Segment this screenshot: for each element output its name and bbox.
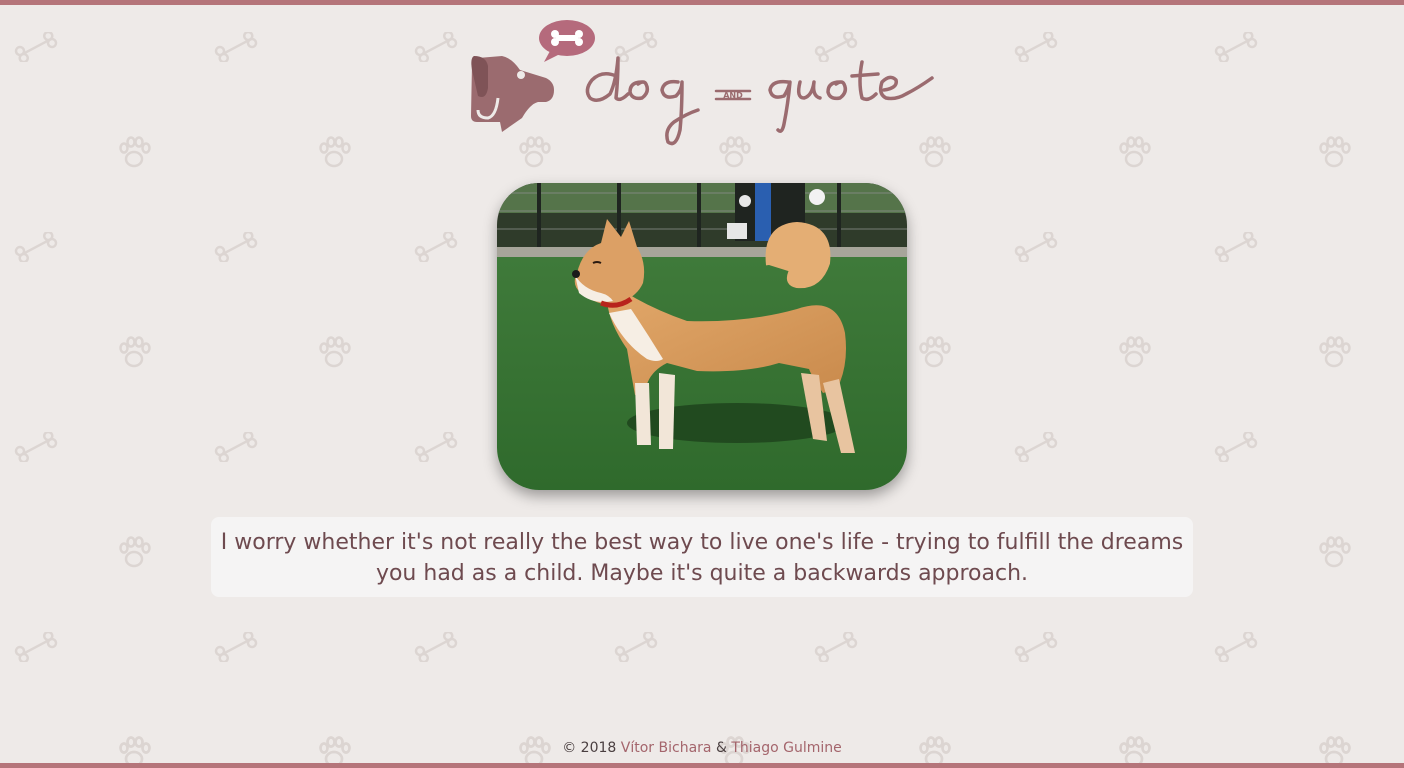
paw-icon [119, 336, 151, 368]
footer-separator: & [715, 740, 727, 756]
paw-icon [1119, 336, 1151, 368]
bone-icon [414, 432, 458, 462]
shiba-inu-dog-photo-icon [497, 183, 907, 490]
bottom-accent-bar [0, 763, 1404, 768]
dog-head-icon [471, 56, 554, 132]
brand-word-right: quote [466, 18, 469, 19]
site-logo[interactable]: AND dog quote [466, 18, 938, 150]
bone-icon [1014, 432, 1058, 462]
paw-icon [119, 536, 151, 568]
speech-bubble-icon [539, 20, 595, 62]
bone-icon [614, 632, 658, 662]
dog-photo [497, 183, 907, 490]
footer-copyright: © 2018 [562, 740, 617, 756]
and-badge: AND [723, 91, 743, 100]
bone-icon [414, 32, 458, 62]
bone-icon [414, 232, 458, 262]
brand-word-left: dog [466, 18, 468, 19]
paw-icon [1319, 536, 1351, 568]
bone-icon [414, 632, 458, 662]
paw-icon [119, 136, 151, 168]
quote-text: I worry whether it's not really the best… [220, 530, 1184, 586]
footer: © 2018 Vítor Bichara & Thiago Gulmine [0, 738, 1404, 758]
bone-icon [214, 232, 258, 262]
bone-icon [1014, 632, 1058, 662]
bone-icon [1214, 432, 1258, 462]
bone-icon [214, 432, 258, 462]
paw-icon [1119, 136, 1151, 168]
bone-icon [1214, 632, 1258, 662]
paw-icon [319, 136, 351, 168]
bone-icon [814, 632, 858, 662]
bone-icon [14, 32, 58, 62]
bone-icon [1214, 232, 1258, 262]
paw-icon [1319, 136, 1351, 168]
paw-icon [919, 336, 951, 368]
author-link-thiago[interactable]: Thiago Gulmine [731, 740, 841, 756]
bone-icon [1014, 232, 1058, 262]
bone-icon [214, 32, 258, 62]
bone-icon [1014, 32, 1058, 62]
bone-icon [14, 232, 58, 262]
author-link-vitor[interactable]: Vítor Bichara [621, 740, 712, 756]
quote-box: I worry whether it's not really the best… [211, 517, 1193, 597]
wordmark [585, 56, 934, 146]
paw-icon [319, 336, 351, 368]
bone-icon [14, 432, 58, 462]
bone-icon [214, 632, 258, 662]
bone-icon [1214, 32, 1258, 62]
bone-icon [14, 632, 58, 662]
paw-icon [1319, 336, 1351, 368]
svg-text:AND: AND [723, 91, 743, 100]
